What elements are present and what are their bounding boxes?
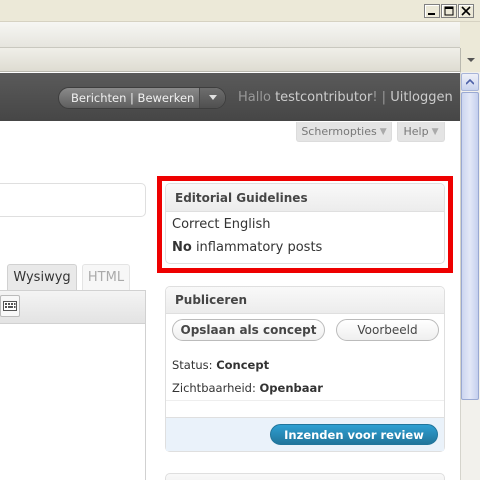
- user-greeting: Hallo testcontributor! | Uitloggen: [238, 90, 453, 105]
- divider: [166, 400, 444, 401]
- minimize-icon: [428, 13, 435, 15]
- save-draft-button[interactable]: Opslaan als concept: [172, 319, 325, 341]
- help-tab[interactable]: Help ▼: [397, 122, 445, 142]
- tab-wysiwyg[interactable]: Wysiwyg: [7, 264, 77, 290]
- help-label: Help: [403, 125, 429, 138]
- maximize-button[interactable]: [441, 4, 457, 18]
- status-label: Status:: [172, 358, 217, 372]
- post-title-input[interactable]: [0, 183, 146, 217]
- visibility-value: Openbaar: [259, 381, 323, 395]
- scroll-up-button[interactable]: [461, 73, 479, 91]
- window-titlebar: [0, 0, 480, 22]
- favorite-actions-toggle[interactable]: [199, 88, 225, 108]
- keyboard-icon: [3, 301, 17, 311]
- username-link[interactable]: testcontributor: [275, 90, 372, 105]
- guideline-item: No inflammatory posts: [172, 240, 322, 255]
- guideline-item: Correct English: [172, 217, 271, 232]
- maximize-icon: [444, 6, 454, 16]
- greeting-prefix: Hallo: [238, 90, 276, 105]
- tab-html[interactable]: HTML: [82, 264, 130, 290]
- screen-options-tab[interactable]: Schermopties ▼: [296, 122, 392, 142]
- kitchen-sink-button[interactable]: [0, 295, 20, 317]
- editor-toolbar: [0, 290, 146, 324]
- post-visibility: Zichtbaarheid: Openbaar: [172, 381, 323, 395]
- minimize-button[interactable]: [424, 4, 440, 18]
- toolbar-dropdown-button[interactable]: [460, 48, 480, 72]
- logout-link[interactable]: Uitloggen: [390, 90, 453, 105]
- status-value: Concept: [216, 358, 270, 372]
- editorial-guidelines-title[interactable]: Editorial Guidelines: [166, 184, 444, 212]
- close-icon: [461, 6, 471, 16]
- favorite-actions-label[interactable]: Berichten | Bewerken: [59, 91, 199, 105]
- guideline-emphasis: No: [172, 240, 192, 255]
- triangle-down-icon: ▼: [379, 126, 387, 137]
- close-button[interactable]: [458, 4, 474, 18]
- editor-content-area[interactable]: [0, 324, 146, 480]
- guideline-text: inflammatory posts: [191, 240, 323, 255]
- triangle-down-icon: ▼: [431, 126, 439, 137]
- favorite-actions-menu[interactable]: Berichten | Bewerken: [58, 87, 226, 109]
- chevron-down-icon: [466, 58, 475, 62]
- submit-for-review-button[interactable]: Inzenden voor review: [270, 424, 438, 445]
- chevron-up-icon: [466, 79, 474, 85]
- chevron-down-icon: [208, 95, 217, 100]
- publish-box-title[interactable]: Publiceren: [166, 287, 444, 314]
- preview-button[interactable]: Voorbeeld: [336, 319, 439, 341]
- screen-options-label: Schermopties: [301, 125, 377, 138]
- greeting-separator: |: [377, 90, 391, 105]
- toolbar-corner: [460, 22, 480, 48]
- browser-toolbar: [0, 22, 460, 48]
- scroll-thumb[interactable]: [461, 92, 479, 400]
- next-metabox: [165, 473, 445, 480]
- visibility-label: Zichtbaarheid:: [172, 381, 260, 395]
- browser-address-strip: [0, 48, 460, 72]
- post-status: Status: Concept: [172, 358, 269, 372]
